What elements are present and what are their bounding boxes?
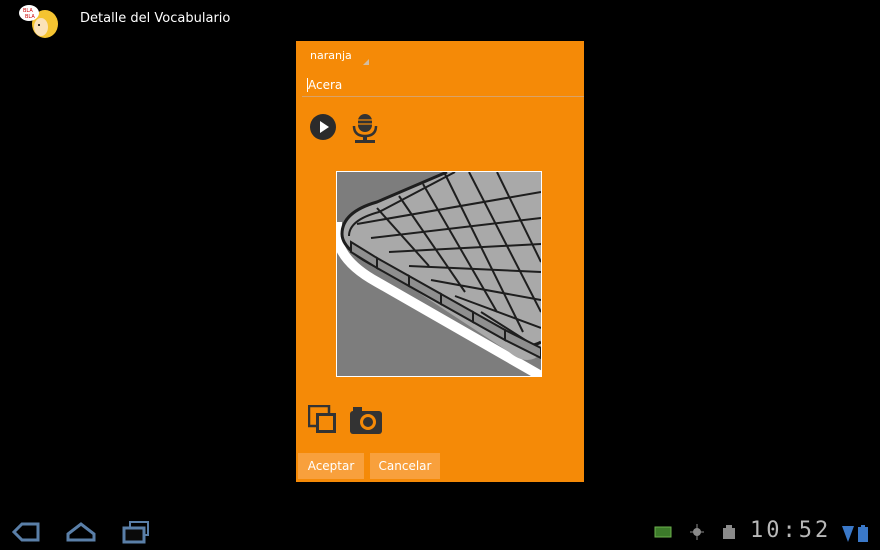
camera-icon[interactable] xyxy=(349,405,383,435)
microphone-icon[interactable] xyxy=(349,112,381,144)
category-value: naranja xyxy=(310,49,352,62)
system-bar: 10:52 xyxy=(0,514,880,550)
storage-icon xyxy=(723,525,735,539)
home-icon[interactable] xyxy=(66,520,96,544)
back-icon[interactable] xyxy=(12,520,40,544)
usb-icon xyxy=(654,526,672,538)
vocabulary-detail-form: naranja Acera Aceptar Cancelar xyxy=(296,41,584,482)
clock: 10:52 xyxy=(750,518,832,543)
action-bar: BLA BLA Detalle del Vocabulario xyxy=(0,0,880,40)
debug-icon xyxy=(690,524,704,540)
sidewalk-curb-image xyxy=(336,171,542,377)
wifi-icon xyxy=(842,526,854,542)
svg-text:BLA: BLA xyxy=(25,14,35,20)
play-icon[interactable] xyxy=(309,113,337,141)
spinner-caret-icon xyxy=(363,59,369,65)
accept-button[interactable]: Aceptar xyxy=(298,453,364,479)
text-cursor xyxy=(307,78,308,92)
bla-bla-girl-icon[interactable]: BLA BLA xyxy=(18,3,62,39)
word-input[interactable] xyxy=(302,74,584,97)
screen-title: Detalle del Vocabulario xyxy=(80,11,231,26)
cancel-button[interactable]: Cancelar xyxy=(370,453,440,479)
battery-icon xyxy=(858,525,868,542)
category-spinner[interactable]: naranja xyxy=(301,47,375,69)
recent-apps-icon[interactable] xyxy=(122,520,150,544)
gallery-icon[interactable] xyxy=(308,405,338,435)
